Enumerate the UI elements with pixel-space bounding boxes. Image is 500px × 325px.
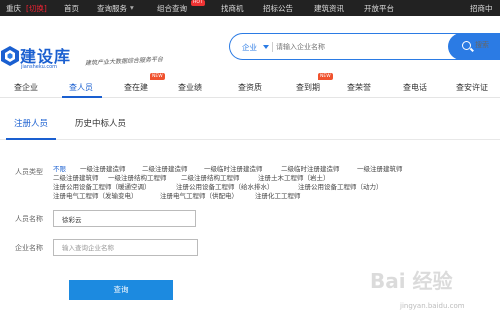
active-tab-indicator: [62, 96, 102, 98]
tab-in-progress[interactable]: 查在建: [124, 82, 148, 93]
logo-icon: [1, 46, 19, 66]
tab-qualification[interactable]: 查资质: [238, 82, 262, 93]
search-button[interactable]: 搜索: [448, 32, 500, 60]
subtabs: 注册人员 历史中标人员: [0, 104, 500, 140]
tab-historical-winners[interactable]: 历史中标人员: [75, 117, 126, 129]
hot-badge: HOT: [191, 0, 205, 6]
person-name-label: 人员名称: [15, 215, 43, 223]
company-name-label: 企业名称: [15, 244, 43, 252]
tab-registered-personnel[interactable]: 注册人员: [14, 117, 48, 129]
watermark-domain: jingyan.baidu.com: [400, 302, 465, 310]
caret-down-icon[interactable]: [263, 45, 269, 49]
category-option[interactable]: 注册电气工程师（发输变电）: [53, 190, 138, 200]
tab-expiring[interactable]: 查到期: [296, 82, 320, 93]
header: 建设库 jiansheku.com 建筑产业大数据综合服务平台 企业 搜索: [0, 16, 500, 76]
topnav-open-platform[interactable]: 开放平台: [364, 3, 394, 14]
category-option[interactable]: 注册公用设备工程师（动力）: [298, 181, 383, 191]
switch-city-link[interactable]: [切换]: [26, 3, 47, 14]
tab-phone[interactable]: 查电话: [403, 82, 427, 93]
tab-personnel[interactable]: 查人员: [69, 82, 93, 93]
logo-domain: jiansheku.com: [21, 64, 58, 70]
city-label: 重庆: [6, 4, 21, 13]
tab-performance[interactable]: 查业绩: [178, 82, 202, 93]
search-scope-select[interactable]: 企业: [242, 42, 257, 53]
search-icon: [462, 40, 471, 50]
active-subtab-indicator: [6, 138, 56, 140]
tab-safety-license[interactable]: 查安许证: [456, 82, 488, 93]
category-option[interactable]: 注册化工工程师: [255, 190, 301, 200]
topnav-combined-query[interactable]: 组合查询: [157, 3, 187, 14]
chevron-down-icon: ▾: [130, 3, 134, 12]
top-bar: 重庆 [切换] 首页 查询服务 ▾ 组合查询 HOT 找商机 招标公告 建筑资讯…: [0, 0, 500, 16]
search-input[interactable]: [276, 39, 426, 54]
search-bar: 企业 搜索: [229, 32, 500, 60]
topnav-tenders[interactable]: 招标公告: [263, 3, 293, 14]
category-option[interactable]: 一级注册建筑师: [357, 163, 403, 173]
query-button[interactable]: 查询: [69, 280, 173, 300]
slogan: 建筑产业大数据综合服务平台: [84, 55, 164, 68]
topnav-home[interactable]: 首页: [64, 3, 79, 14]
company-name-input[interactable]: [53, 239, 198, 256]
topnav-news[interactable]: 建筑资讯: [314, 3, 344, 14]
person-name-input[interactable]: [53, 210, 196, 227]
new-badge: NEW: [318, 73, 333, 80]
topnav-query-service[interactable]: 查询服务: [97, 3, 127, 14]
tab-honors[interactable]: 查荣誉: [347, 82, 371, 93]
new-badge: NEW: [150, 73, 165, 80]
category-option[interactable]: 注册电气工程师（供配电）: [160, 190, 238, 200]
main-nav: 查企业 查人员 查在建 NEW 查业绩 查资质 查到期 NEW 查荣誉 查电话 …: [0, 73, 500, 98]
search-divider: [272, 42, 273, 52]
topnav-right-link[interactable]: 招商中: [470, 3, 493, 14]
topnav-opportunities[interactable]: 找商机: [221, 3, 244, 14]
search-button-label: 搜索: [475, 40, 489, 49]
tab-company[interactable]: 查企业: [14, 82, 38, 93]
watermark: Bai 经验: [370, 269, 453, 293]
personnel-type-label: 人员类型: [15, 168, 43, 176]
